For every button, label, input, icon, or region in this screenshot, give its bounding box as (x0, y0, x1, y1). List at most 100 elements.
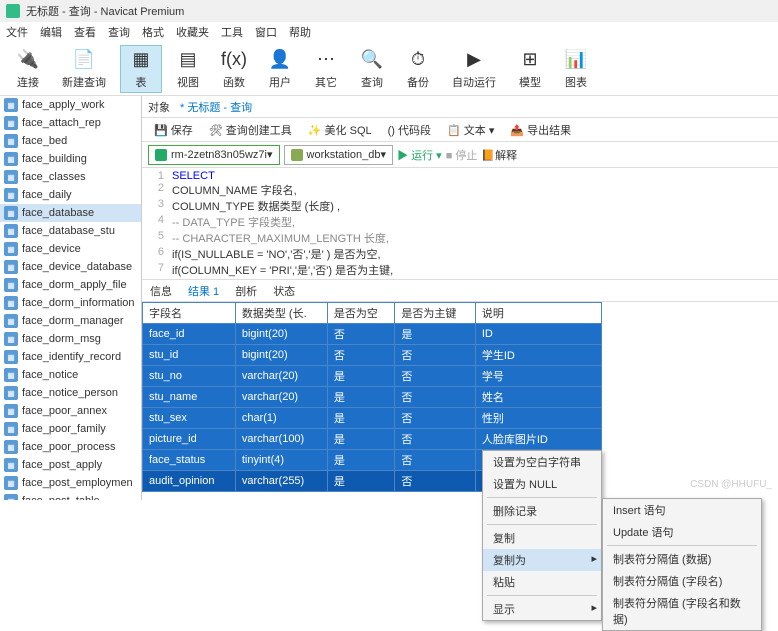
ctx-item[interactable]: 制表符分隔值 (字段名和数据) (603, 592, 761, 630)
table-row[interactable]: stu_sexchar(1)是否性别 (143, 408, 602, 429)
tool-其它[interactable]: ⋯其它 (306, 46, 346, 92)
sidebar-item[interactable]: ▦face_dorm_apply_file (0, 276, 141, 294)
tool-用户[interactable]: 👤用户 (260, 46, 300, 92)
results-grid[interactable]: 字段名数据类型 (长.是否为空是否为主键说明face_idbigint(20)否… (142, 302, 778, 492)
menu-bar: 文件编辑查看查询格式收藏夹工具窗口帮助 (0, 22, 778, 42)
builder-button[interactable]: 🛠 查询创建工具 (203, 121, 298, 139)
sidebar-item[interactable]: ▦face_database (0, 204, 141, 222)
stop-button[interactable]: ■ 停止 (446, 147, 478, 163)
ctx-item[interactable]: Update 语句 (603, 521, 761, 543)
tab-profile[interactable]: 剖析 (235, 283, 257, 299)
tool-图表[interactable]: 📊图表 (556, 46, 596, 92)
sidebar-item[interactable]: ▦face_dorm_manager (0, 312, 141, 330)
ctx-item[interactable]: 粘贴 (483, 571, 601, 593)
ctx-item[interactable]: 制表符分隔值 (数据) (603, 548, 761, 570)
sidebar-item[interactable]: ▦face_dorm_msg (0, 330, 141, 348)
explain-button[interactable]: 📙解释 (481, 147, 517, 163)
column-header[interactable]: 是否为空 (327, 303, 394, 324)
tool-icon: ▤ (176, 48, 200, 72)
ctx-item[interactable]: 复制为 (483, 549, 601, 571)
ctx-item[interactable]: 显示 (483, 598, 601, 620)
export-button[interactable]: 📤 导出结果 (504, 121, 577, 139)
sidebar-item[interactable]: ▦face_notice_person (0, 384, 141, 402)
tab-result[interactable]: 结果 1 (188, 283, 219, 299)
menu-item[interactable]: 收藏夹 (176, 24, 209, 40)
ctx-item[interactable]: 设置为空白字符串 (483, 451, 601, 473)
ctx-item[interactable]: 删除记录 (483, 500, 601, 522)
beautify-button[interactable]: ✨ 美化 SQL (302, 121, 378, 139)
column-header[interactable]: 字段名 (143, 303, 236, 324)
table-icon: ▦ (4, 386, 18, 400)
sidebar-item[interactable]: ▦face_poor_process (0, 438, 141, 456)
sidebar-item[interactable]: ▦face_device (0, 240, 141, 258)
sql-editor[interactable]: 1SELECT2 COLUMN_NAME 字段名,3 COLUMN_TYPE 数… (142, 168, 778, 280)
tool-视图[interactable]: ▤视图 (168, 46, 208, 92)
tool-icon: 📊 (564, 48, 588, 72)
tab-info[interactable]: 信息 (150, 283, 172, 299)
tool-查询[interactable]: 🔍查询 (352, 46, 392, 92)
tab-status[interactable]: 状态 (273, 283, 295, 299)
run-button[interactable]: ▶ 运行 ▾ (397, 147, 442, 163)
sidebar-item[interactable]: ▦face_daily (0, 186, 141, 204)
sidebar[interactable]: ▦face_apply_work▦face_attach_rep▦face_be… (0, 96, 142, 500)
menu-item[interactable]: 查询 (108, 24, 130, 40)
tool-自动运行[interactable]: ▶自动运行 (444, 46, 504, 92)
sidebar-item[interactable]: ▦face_apply_work (0, 96, 141, 114)
tool-表[interactable]: ▦表 (120, 45, 162, 93)
sidebar-item[interactable]: ▦face_post_apply (0, 456, 141, 474)
column-header[interactable]: 数据类型 (长. (235, 303, 327, 324)
menu-item[interactable]: 编辑 (40, 24, 62, 40)
sidebar-item[interactable]: ▦face_post_table (0, 492, 141, 500)
table-row[interactable]: stu_novarchar(20)是否学号 (143, 366, 602, 387)
ctx-item[interactable]: 设置为 NULL (483, 473, 601, 495)
menu-item[interactable]: 文件 (6, 24, 28, 40)
sidebar-item[interactable]: ▦face_post_employmen (0, 474, 141, 492)
table-row[interactable]: face_idbigint(20)否是ID (143, 324, 602, 345)
ctx-item[interactable]: 复制 (483, 527, 601, 549)
sidebar-item[interactable]: ▦face_classes (0, 168, 141, 186)
tool-icon: ▶ (462, 48, 486, 72)
table-row[interactable]: stu_namevarchar(20)是否姓名 (143, 387, 602, 408)
sidebar-item[interactable]: ▦face_identify_record (0, 348, 141, 366)
sidebar-item[interactable]: ▦face_bed (0, 132, 141, 150)
snippet-button[interactable]: () 代码段 (382, 121, 437, 139)
content-area: 对象 * 无标题 - 查询 💾 保存 🛠 查询创建工具 ✨ 美化 SQL () … (142, 96, 778, 500)
main-toolbar: 🔌连接📄新建查询▦表▤视图f(x)函数👤用户⋯其它🔍查询⏱备份▶自动运行⊞模型📊… (0, 42, 778, 96)
menu-item[interactable]: 窗口 (255, 24, 277, 40)
sidebar-item[interactable]: ▦face_database_stu (0, 222, 141, 240)
ctx-item[interactable]: 制表符分隔值 (字段名) (603, 570, 761, 592)
sidebar-item[interactable]: ▦face_attach_rep (0, 114, 141, 132)
table-icon: ▦ (4, 440, 18, 454)
save-button[interactable]: 💾 保存 (148, 121, 199, 139)
menu-item[interactable]: 工具 (221, 24, 243, 40)
tool-模型[interactable]: ⊞模型 (510, 46, 550, 92)
menu-item[interactable]: 查看 (74, 24, 96, 40)
tool-函数[interactable]: f(x)函数 (214, 46, 254, 92)
sidebar-item[interactable]: ▦face_poor_annex (0, 402, 141, 420)
table-row[interactable]: stu_idbigint(20)否否学生ID (143, 345, 602, 366)
menu-item[interactable]: 帮助 (289, 24, 311, 40)
database-combo[interactable]: workstation_db ▾ (284, 145, 394, 165)
tool-备份[interactable]: ⏱备份 (398, 46, 438, 92)
tab-query[interactable]: * 无标题 - 查询 (180, 99, 252, 115)
tool-icon: ⊞ (518, 48, 542, 72)
sidebar-item[interactable]: ▦face_building (0, 150, 141, 168)
tool-icon: 📄 (72, 48, 96, 72)
sidebar-item[interactable]: ▦face_dorm_information (0, 294, 141, 312)
connection-combo[interactable]: rm-2zetn83n05wz7i ▾ (148, 145, 280, 165)
column-header[interactable]: 说明 (475, 303, 601, 324)
tab-objects[interactable]: 对象 (148, 99, 170, 115)
text-button[interactable]: 📋 文本 ▾ (441, 121, 500, 139)
context-menu[interactable]: 设置为空白字符串设置为 NULL 删除记录复制复制为粘贴显示 (482, 450, 602, 621)
sidebar-item[interactable]: ▦face_notice (0, 366, 141, 384)
menu-item[interactable]: 格式 (142, 24, 164, 40)
tool-连接[interactable]: 🔌连接 (8, 46, 48, 92)
sidebar-item[interactable]: ▦face_poor_family (0, 420, 141, 438)
tool-新建查询[interactable]: 📄新建查询 (54, 46, 114, 92)
context-submenu[interactable]: Insert 语句Update 语句制表符分隔值 (数据)制表符分隔值 (字段名… (602, 498, 762, 631)
sidebar-item[interactable]: ▦face_device_database (0, 258, 141, 276)
column-header[interactable]: 是否为主键 (395, 303, 475, 324)
table-icon: ▦ (4, 188, 18, 202)
table-row[interactable]: picture_idvarchar(100)是否人脸库图片ID (143, 429, 602, 450)
ctx-item[interactable]: Insert 语句 (603, 499, 761, 521)
